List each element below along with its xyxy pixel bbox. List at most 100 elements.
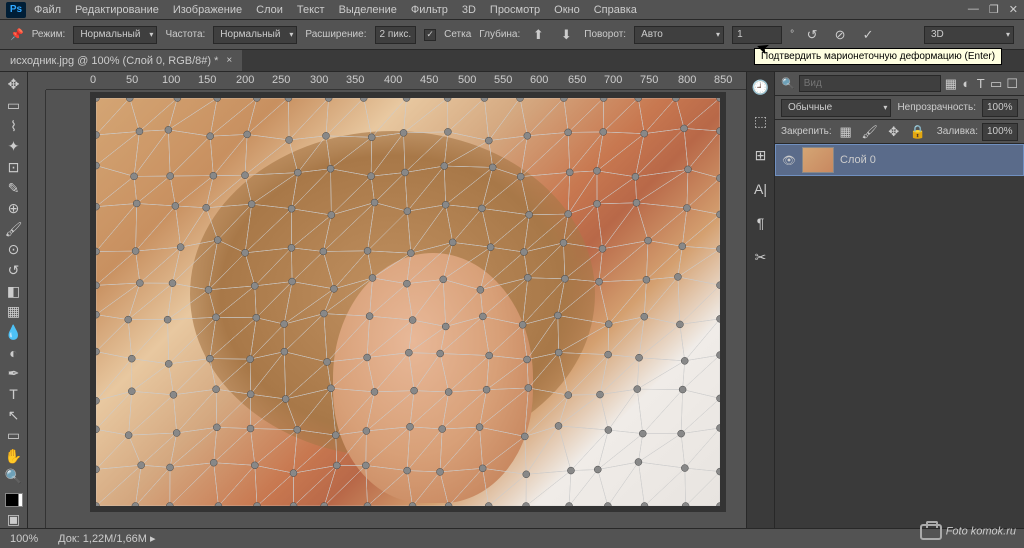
- visibility-icon[interactable]: 👁: [782, 154, 796, 167]
- cancel-icon[interactable]: ⊘: [830, 25, 850, 45]
- layer-name[interactable]: Слой 0: [840, 154, 876, 166]
- crop-tool[interactable]: ⊡: [3, 159, 25, 177]
- filter-pixel-icon[interactable]: ▦: [945, 74, 957, 94]
- mesh-label: Сетка: [444, 29, 471, 40]
- main-menu: Файл Редактирование Изображение Слои Тек…: [34, 4, 968, 16]
- menu-text[interactable]: Текст: [297, 4, 325, 16]
- close-icon[interactable]: ✕: [1009, 3, 1018, 16]
- reset-icon[interactable]: ↺: [802, 25, 822, 45]
- menu-filter[interactable]: Фильтр: [411, 4, 448, 16]
- minimize-icon[interactable]: —: [968, 3, 979, 16]
- status-bar: 100% Док: 1,22M/1,66M ▸: [0, 528, 1024, 548]
- history-brush-tool[interactable]: ↺: [3, 262, 25, 280]
- search-icon: 🔍: [781, 77, 795, 90]
- layer-thumbnail[interactable]: [802, 147, 834, 173]
- dodge-tool[interactable]: ◐: [3, 344, 25, 362]
- menu-edit[interactable]: Редактирование: [75, 4, 159, 16]
- canvas-area: 050 100150 200250 300350 400450 500550 6…: [28, 72, 746, 528]
- depth-back-icon[interactable]: ⬇: [556, 25, 576, 45]
- filter-smart-icon[interactable]: ☐: [1006, 74, 1018, 94]
- tooltip: Подтвердить марионеточную деформацию (En…: [754, 48, 1002, 65]
- type-tool[interactable]: T: [3, 386, 25, 404]
- adjust-icon[interactable]: ⊞: [750, 144, 772, 166]
- menu-view[interactable]: Просмотр: [490, 4, 540, 16]
- opacity-label: Непрозрачность:: [897, 102, 976, 113]
- marquee-tool[interactable]: ▭: [3, 97, 25, 115]
- path-tool[interactable]: ↖: [3, 406, 25, 424]
- blend-mode-dropdown[interactable]: Обычные: [781, 99, 891, 117]
- image-content: [96, 98, 720, 506]
- menu-file[interactable]: Файл: [34, 4, 61, 16]
- eraser-tool[interactable]: ◧: [3, 282, 25, 300]
- doc-size: 1,22M/1,66M: [83, 533, 147, 545]
- workspace-dropdown[interactable]: 3D: [924, 26, 1014, 44]
- history-icon[interactable]: 🕘: [750, 76, 772, 98]
- pin-icon[interactable]: 📌: [10, 28, 24, 41]
- filter-shape-icon[interactable]: ▭: [990, 74, 1002, 94]
- pen-tool[interactable]: ✒: [3, 365, 25, 383]
- toolbar: ✥ ▭ ⌇ ✦ ⊡ ✎ ⊕ 🖌 ⊙ ↺ ◧ ▦ 💧 ◐ ✒ T ↖ ▭ ✋ 🔍 …: [0, 72, 28, 528]
- canvas[interactable]: [90, 92, 726, 512]
- properties-icon[interactable]: ⬚: [750, 110, 772, 132]
- document-tab[interactable]: исходник.jpg @ 100% (Слой 0, RGB/8#) * ×: [0, 50, 242, 71]
- fill-label: Заливка:: [937, 126, 978, 137]
- menu-3d[interactable]: 3D: [462, 4, 476, 16]
- quickmask-tool[interactable]: ▣: [3, 510, 25, 528]
- lock-position-icon[interactable]: ✥: [884, 122, 904, 142]
- lock-all-icon[interactable]: 🔒: [908, 122, 928, 142]
- layer-search[interactable]: [799, 75, 941, 92]
- color-swatch[interactable]: [5, 493, 23, 507]
- mesh-checkbox[interactable]: ✓: [424, 29, 436, 41]
- lock-pixels-icon[interactable]: 🖌: [860, 122, 880, 142]
- menu-window[interactable]: Окно: [554, 4, 580, 16]
- measure-icon[interactable]: ✂: [750, 246, 772, 268]
- brush-tool[interactable]: 🖌: [3, 220, 25, 238]
- opacity-field[interactable]: 100%: [982, 99, 1018, 117]
- frequency-dropdown[interactable]: Нормальный: [213, 26, 297, 44]
- paragraph-icon[interactable]: ¶: [750, 212, 772, 234]
- lasso-tool[interactable]: ⌇: [3, 117, 25, 135]
- filter-adjust-icon[interactable]: ◐: [961, 74, 972, 94]
- menu-select[interactable]: Выделение: [339, 4, 397, 16]
- rotate-dropdown[interactable]: Авто: [634, 26, 724, 44]
- frequency-label: Частота:: [165, 29, 205, 40]
- window-controls: — ❐ ✕: [968, 3, 1018, 16]
- hand-tool[interactable]: ✋: [3, 448, 25, 466]
- layer-row[interactable]: 👁 Слой 0: [775, 144, 1024, 176]
- tab-close-icon[interactable]: ×: [226, 55, 232, 66]
- rotate-label: Поворот:: [584, 29, 626, 40]
- eyedropper-tool[interactable]: ✎: [3, 179, 25, 197]
- app-logo: Ps: [6, 2, 26, 18]
- heal-tool[interactable]: ⊕: [3, 200, 25, 218]
- zoom-tool[interactable]: 🔍: [3, 468, 25, 486]
- tab-title: исходник.jpg @ 100% (Слой 0, RGB/8#) *: [10, 55, 218, 67]
- mode-dropdown[interactable]: Нормальный: [73, 26, 157, 44]
- workspace: ✥ ▭ ⌇ ✦ ⊡ ✎ ⊕ 🖌 ⊙ ↺ ◧ ▦ 💧 ◐ ✒ T ↖ ▭ ✋ 🔍 …: [0, 72, 1024, 528]
- character-icon[interactable]: A|: [750, 178, 772, 200]
- blur-tool[interactable]: 💧: [3, 324, 25, 342]
- layers-panel: 🔍 ▦ ◐ T ▭ ☐ Обычные Непрозрачность: 100%…: [774, 72, 1024, 528]
- zoom-level[interactable]: 100%: [10, 533, 38, 545]
- stamp-tool[interactable]: ⊙: [3, 241, 25, 259]
- move-tool[interactable]: ✥: [3, 76, 25, 94]
- expansion-field[interactable]: 2 пикс.: [375, 26, 417, 44]
- lock-transparency-icon[interactable]: ▦: [836, 122, 856, 142]
- fill-field[interactable]: 100%: [982, 123, 1018, 141]
- ruler-horizontal: 050 100150 200250 300350 400450 500550 6…: [46, 72, 746, 90]
- menu-layers[interactable]: Слои: [256, 4, 283, 16]
- menu-bar: Ps Файл Редактирование Изображение Слои …: [0, 0, 1024, 20]
- filter-type-icon[interactable]: T: [976, 74, 987, 94]
- menu-image[interactable]: Изображение: [173, 4, 242, 16]
- menu-help[interactable]: Справка: [594, 4, 637, 16]
- ruler-vertical: [28, 90, 46, 528]
- depth-forward-icon[interactable]: ⬆: [528, 25, 548, 45]
- commit-icon[interactable]: ✓: [858, 25, 878, 45]
- mode-label: Режим:: [32, 29, 66, 40]
- depth-label: Глубина:: [479, 29, 520, 40]
- gradient-tool[interactable]: ▦: [3, 303, 25, 321]
- lock-label: Закрепить:: [781, 126, 832, 137]
- shape-tool[interactable]: ▭: [3, 427, 25, 445]
- doc-size-label: Док:: [58, 533, 80, 545]
- wand-tool[interactable]: ✦: [3, 138, 25, 156]
- maximize-icon[interactable]: ❐: [989, 3, 999, 16]
